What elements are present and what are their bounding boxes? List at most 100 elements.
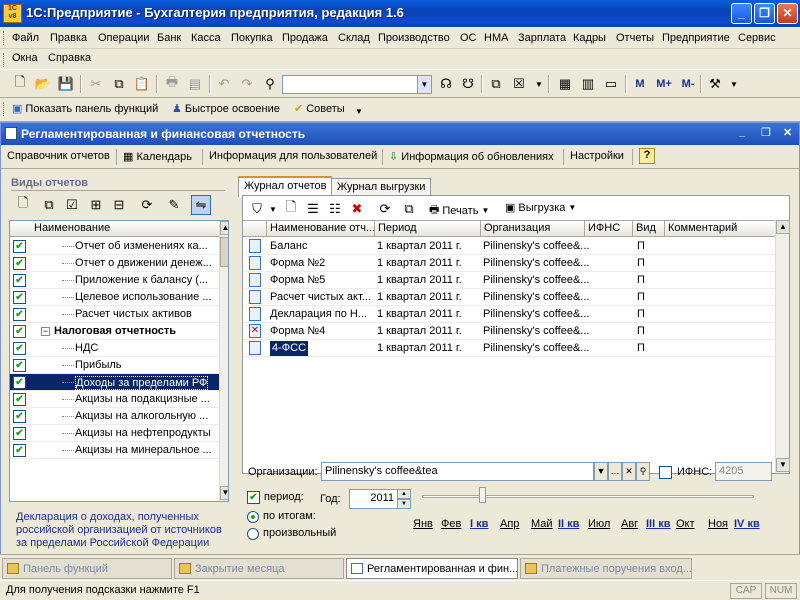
report-type-checkbox[interactable]: ✔ <box>13 376 26 389</box>
menu-item-3[interactable]: Банк <box>157 32 181 44</box>
updates-info-button[interactable]: ⇩ Информация об обновлениях <box>389 150 554 163</box>
quick-start-button[interactable]: ♟ Быстрое освоение <box>172 102 280 116</box>
find-prev-icon[interactable]: ☋ <box>458 74 478 94</box>
report-type-row[interactable]: ✔ Доходы за пределами РФ <box>10 374 220 391</box>
check-all-icon[interactable]: ☑ <box>62 195 82 215</box>
text-editor-icon[interactable]: ▭ <box>601 74 621 94</box>
show-functions-panel-button[interactable]: ▣ Показать панель функций <box>12 102 158 116</box>
task-month-closing[interactable]: Закрытие месяца <box>174 558 344 579</box>
ifns-checkbox[interactable] <box>659 466 672 479</box>
report-type-row[interactable]: ✔ Прибыль <box>10 357 220 374</box>
year-up-button[interactable]: ▲ <box>397 489 411 499</box>
report-row[interactable]: Форма №2 1 квартал 2011 г. Pilinensky's co… <box>243 255 776 272</box>
maximize-button[interactable]: ❐ <box>754 3 775 24</box>
period-slider-thumb[interactable] <box>479 487 486 503</box>
period-button-10[interactable]: Ноя <box>708 518 728 530</box>
chevron-down-icon-2[interactable]: ▼ <box>724 74 744 94</box>
redo-icon[interactable]: ↷ <box>237 74 257 94</box>
report-row[interactable]: Декларация по Н... 1 квартал 2011 г. Pilin… <box>243 306 776 323</box>
period-button-1[interactable]: Фев <box>441 518 461 530</box>
1c-help-icon[interactable]: ☒ <box>509 74 529 94</box>
report-type-row[interactable]: ✔ Целевое использование ... <box>10 289 220 306</box>
tab-reports-journal[interactable]: Журнал отчетов <box>238 176 333 197</box>
report-type-checkbox[interactable]: ✔ <box>13 325 26 338</box>
report-type-checkbox[interactable]: ✔ <box>13 291 26 304</box>
report-type-checkbox[interactable]: ✔ <box>13 427 26 440</box>
org-clear-button[interactable]: ✕ <box>622 462 636 481</box>
report-type-row[interactable]: ✔ Приложение к балансу (... <box>10 272 220 289</box>
copy-report-icon[interactable]: ⧉ <box>399 199 419 219</box>
period-button-9[interactable]: Окт <box>676 518 695 530</box>
find-next-icon[interactable]: ☊ <box>436 74 456 94</box>
radio-arbitrary[interactable] <box>247 528 259 540</box>
menu-item-15[interactable]: Сервис <box>738 32 776 44</box>
radio-totals[interactable] <box>247 511 259 523</box>
period-checkbox[interactable]: ✔ <box>247 491 260 504</box>
filter-dropdown-icon[interactable]: ▼ <box>263 199 283 219</box>
report-row[interactable]: Расчет чистых акт... 1 квартал 2011 г. Pil… <box>243 289 776 306</box>
year-input[interactable]: 2011 <box>349 489 398 509</box>
menu-item-7[interactable]: Склад <box>338 32 370 44</box>
period-button-3[interactable]: Апр <box>500 518 519 530</box>
report-type-row[interactable]: ✔ Отчет о движении денеж... <box>10 255 220 272</box>
left-scrollbar[interactable]: ▲ ▼ <box>219 221 228 501</box>
search-input[interactable] <box>282 75 432 94</box>
copy-icon[interactable]: ⧉ <box>109 74 129 94</box>
scroll-up-arrow[interactable]: ▲ <box>220 221 228 235</box>
tree-collapse-icon[interactable]: ⊟ <box>109 195 129 215</box>
edit-icon[interactable]: ✎ <box>164 195 184 215</box>
paste-icon[interactable]: 📋 <box>132 74 152 94</box>
report-type-row[interactable]: ✔ НДС <box>10 340 220 357</box>
report-type-row[interactable]: ✔ Акцизы на минеральное ... <box>10 442 220 459</box>
report-type-row[interactable]: ✔ − Налоговая отчетность <box>10 323 220 340</box>
settings-button[interactable]: Настройки <box>570 150 624 162</box>
m-button[interactable]: M <box>630 74 650 94</box>
tips-button[interactable]: ✔ Советы <box>294 102 345 116</box>
open-folder-icon[interactable]: 📂 <box>33 74 53 94</box>
menu-item-12[interactable]: Кадры <box>573 32 606 44</box>
report-type-row[interactable]: ✔ Расчет чистых активов <box>10 306 220 323</box>
tab-export-journal[interactable]: Журнал выгрузки <box>331 178 432 196</box>
menu-item-row2-0[interactable]: Окна <box>12 52 38 64</box>
col-name-header[interactable]: Наименование отч... <box>267 221 375 237</box>
scroll-thumb[interactable] <box>220 237 228 267</box>
period-slider-track[interactable] <box>422 495 754 498</box>
period-button-0[interactable]: Янв <box>413 518 433 530</box>
org-input[interactable]: Pilinensky's coffee&tea <box>321 462 594 481</box>
minimize-button[interactable]: _ <box>731 3 752 24</box>
report-type-row[interactable]: ✔ Акцизы на нефтепродукты <box>10 425 220 442</box>
grid-scroll-down[interactable]: ▼ <box>776 458 790 472</box>
doc-close-button[interactable]: ✕ <box>783 126 792 139</box>
task-payment-orders[interactable]: Платежные поручения вход... <box>520 558 692 579</box>
report-type-checkbox[interactable]: ✔ <box>13 274 26 287</box>
report-type-checkbox[interactable]: ✔ <box>13 444 26 457</box>
move-down-icon[interactable]: ☷ <box>325 199 345 219</box>
m-plus-button[interactable]: M+ <box>652 74 676 94</box>
menu-item-11[interactable]: Зарплата <box>518 32 566 44</box>
new-document-icon[interactable]: 🗋 <box>10 74 30 94</box>
report-type-checkbox[interactable]: ✔ <box>13 359 26 372</box>
filter-icon[interactable]: ⇋ <box>191 195 211 215</box>
menu-item-10[interactable]: НМА <box>484 32 508 44</box>
print-button[interactable]: 🖶 Печать ▼ <box>429 201 489 220</box>
print-preview-icon[interactable]: ▤ <box>185 74 205 94</box>
col-ifns-header[interactable]: ИФНС <box>585 221 633 237</box>
period-button-2[interactable]: I кв <box>470 518 488 530</box>
col-kind-header[interactable]: Вид <box>633 221 665 237</box>
tree-expand-icon[interactable]: ⊞ <box>86 195 106 215</box>
move-up-icon[interactable]: ☰ <box>303 199 323 219</box>
period-button-6[interactable]: Июл <box>588 518 610 530</box>
org-select-button[interactable]: … <box>608 462 622 481</box>
period-button-11[interactable]: IV кв <box>734 518 760 530</box>
menu-item-row2-1[interactable]: Справка <box>48 52 91 64</box>
period-button-4[interactable]: Май <box>531 518 553 530</box>
new-report-icon[interactable]: 🗋 <box>281 199 301 219</box>
refresh-journal-icon[interactable]: ⟳ <box>375 199 395 219</box>
add-icon[interactable]: 🗋 <box>13 195 33 215</box>
report-row[interactable]: ✕ Форма №4 1 квартал 2011 г. Pilinensky's c… <box>243 323 776 340</box>
tools-icon[interactable]: ⚒ <box>705 74 725 94</box>
report-row[interactable]: Форма №5 1 квартал 2011 г. Pilinensky's co… <box>243 272 776 289</box>
copy-item-icon[interactable]: ⧉ <box>39 195 59 215</box>
report-type-row[interactable]: ✔ Отчет об изменениях ка... <box>10 238 220 255</box>
save-icon[interactable]: 💾 <box>56 74 76 94</box>
